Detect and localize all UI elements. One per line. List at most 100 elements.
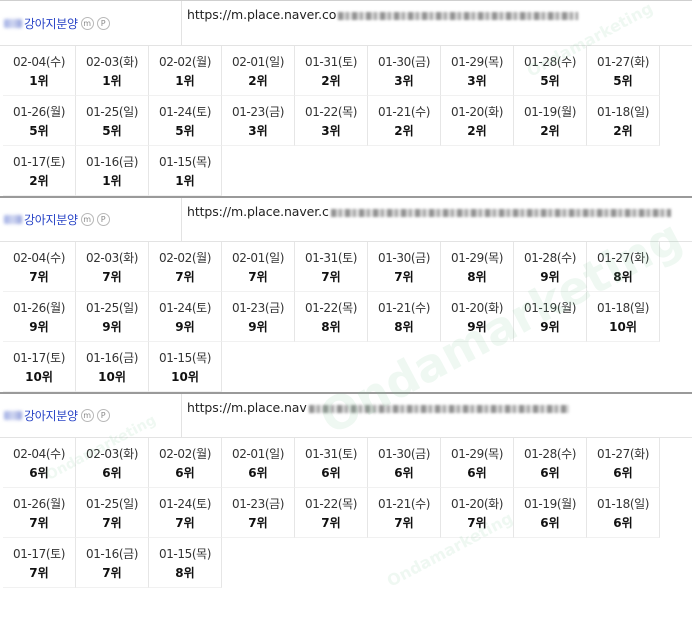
rank-value: 9위 (540, 269, 560, 284)
rank-date: 01-15(목) (158, 350, 212, 365)
rank-value: 8위 (394, 319, 414, 334)
rank-value: 10위 (609, 319, 637, 334)
place-info: 강아지분양 m P (0, 394, 182, 437)
rank-cell: 01-29(목) 6위 (441, 438, 514, 488)
rank-date: 01-18(일) (596, 104, 650, 119)
place-url[interactable]: https://m.place.naver.c (187, 204, 329, 219)
rank-date: 02-01(일) (231, 250, 285, 265)
rank-date: 01-19(월) (523, 104, 577, 119)
rank-value: 6위 (540, 515, 560, 530)
rank-value: 1위 (175, 73, 195, 88)
rank-history-page: 강아지분양 m P https://m.place.naver.co 02-04… (0, 0, 692, 640)
rank-cell: 01-24(토) 7위 (149, 488, 222, 538)
rank-date: 02-04(수) (12, 250, 66, 265)
rank-cell: 01-31(토) 6위 (295, 438, 368, 488)
redacted-url (338, 12, 579, 20)
rank-block-header: 강아지분양 m P https://m.place.naver.co (0, 0, 692, 46)
url-area: https://m.place.naver.c (182, 198, 692, 241)
rank-cell: 01-22(목) 8위 (295, 292, 368, 342)
rank-value: 6위 (613, 515, 633, 530)
rank-cell: 01-16(금) 7위 (76, 538, 149, 588)
rank-date: 01-25(일) (85, 104, 139, 119)
rank-block-3: 강아지분양 m P https://m.place.nav 02-04(수) 6위… (0, 392, 692, 588)
rank-cell: 01-16(금) 1위 (76, 146, 149, 196)
rank-date: 01-23(금) (231, 300, 285, 315)
rank-date: 02-03(화) (85, 54, 139, 69)
rank-cell: 01-17(토) 10위 (3, 342, 76, 392)
place-name-link[interactable]: 강아지분양 (24, 15, 78, 32)
rank-cell: 01-21(수) 8위 (368, 292, 441, 342)
rank-date: 01-20(화) (450, 496, 504, 511)
rank-cell: 01-18(일) 2위 (587, 96, 660, 146)
rank-value: 3위 (467, 73, 487, 88)
rank-value: 7위 (29, 269, 49, 284)
rank-block-2: 강아지분양 m P https://m.place.naver.c 02-04(… (0, 196, 692, 392)
rank-block-header: 강아지분양 m P https://m.place.nav (0, 392, 692, 438)
rank-value: 9위 (29, 319, 49, 334)
rank-cell: 02-03(화) 7위 (76, 242, 149, 292)
rank-cell: 01-27(화) 5위 (587, 46, 660, 96)
rank-cell: 01-17(토) 7위 (3, 538, 76, 588)
rank-date: 01-20(화) (450, 104, 504, 119)
rank-cell: 01-27(화) 8위 (587, 242, 660, 292)
rank-cell: 01-23(금) 7위 (222, 488, 295, 538)
rank-cell: 01-26(월) 7위 (3, 488, 76, 538)
rank-value: 2위 (467, 123, 487, 138)
rank-date: 01-31(토) (304, 446, 358, 461)
rank-date: 01-19(월) (523, 300, 577, 315)
rank-date: 01-23(금) (231, 496, 285, 511)
rank-value: 8위 (175, 565, 195, 580)
place-url[interactable]: https://m.place.naver.co (187, 7, 336, 22)
rank-cell: 01-25(일) 5위 (76, 96, 149, 146)
redacted-url (308, 405, 569, 413)
rank-cell: 02-04(수) 7위 (3, 242, 76, 292)
rank-date: 01-28(수) (523, 250, 577, 265)
place-name-link[interactable]: 강아지분양 (24, 211, 78, 228)
rank-value: 6위 (175, 465, 195, 480)
rank-value: 6위 (394, 465, 414, 480)
rank-cell: 01-18(일) 6위 (587, 488, 660, 538)
rank-date: 01-22(목) (304, 104, 358, 119)
rank-date: 01-24(토) (158, 496, 212, 511)
rank-cell: 01-28(수) 9위 (514, 242, 587, 292)
rank-date: 01-27(화) (596, 250, 650, 265)
rank-date: 01-29(목) (450, 446, 504, 461)
place-name-link[interactable]: 강아지분양 (24, 407, 78, 424)
rank-date: 01-18(일) (596, 300, 650, 315)
rank-cell: 01-22(목) 3위 (295, 96, 368, 146)
rank-value: 6위 (613, 465, 633, 480)
rank-date: 01-17(토) (12, 350, 66, 365)
rank-date: 01-16(금) (85, 546, 139, 561)
place-info: 강아지분양 m P (0, 1, 182, 45)
rank-cell: 01-28(수) 5위 (514, 46, 587, 96)
rank-cell: 02-03(화) 1위 (76, 46, 149, 96)
rank-date: 01-28(수) (523, 54, 577, 69)
rank-grid: 02-04(수) 1위 02-03(화) 1위 02-02(월) 1위 02-01(일… (0, 46, 692, 196)
rank-value: 2위 (248, 73, 268, 88)
rank-date: 01-21(수) (377, 104, 431, 119)
rank-value: 5위 (29, 123, 49, 138)
place-url[interactable]: https://m.place.nav (187, 400, 307, 415)
rank-cell: 02-03(화) 6위 (76, 438, 149, 488)
rank-value: 5위 (613, 73, 633, 88)
rank-grid: 02-04(수) 6위 02-03(화) 6위 02-02(월) 6위 02-01(일… (0, 438, 692, 588)
redacted-url (330, 209, 671, 217)
rank-cell: 02-04(수) 1위 (3, 46, 76, 96)
rank-value: 8위 (467, 269, 487, 284)
mobile-badge-icon: m (80, 213, 94, 226)
rank-cell: 01-29(목) 3위 (441, 46, 514, 96)
rank-cell: 01-19(월) 6위 (514, 488, 587, 538)
rank-date: 02-03(화) (85, 250, 139, 265)
rank-date: 01-16(금) (85, 154, 139, 169)
rank-cell: 01-27(화) 6위 (587, 438, 660, 488)
rank-cell: 01-19(월) 2위 (514, 96, 587, 146)
rank-date: 01-30(금) (377, 250, 431, 265)
rank-value: 6위 (540, 465, 560, 480)
rank-cell: 01-23(금) 3위 (222, 96, 295, 146)
rank-value: 3위 (248, 123, 268, 138)
rank-date: 01-15(목) (158, 546, 212, 561)
rank-date: 01-24(토) (158, 104, 212, 119)
rank-cell: 01-15(목) 8위 (149, 538, 222, 588)
rank-date: 01-16(금) (85, 350, 139, 365)
rank-date: 02-02(월) (158, 250, 212, 265)
